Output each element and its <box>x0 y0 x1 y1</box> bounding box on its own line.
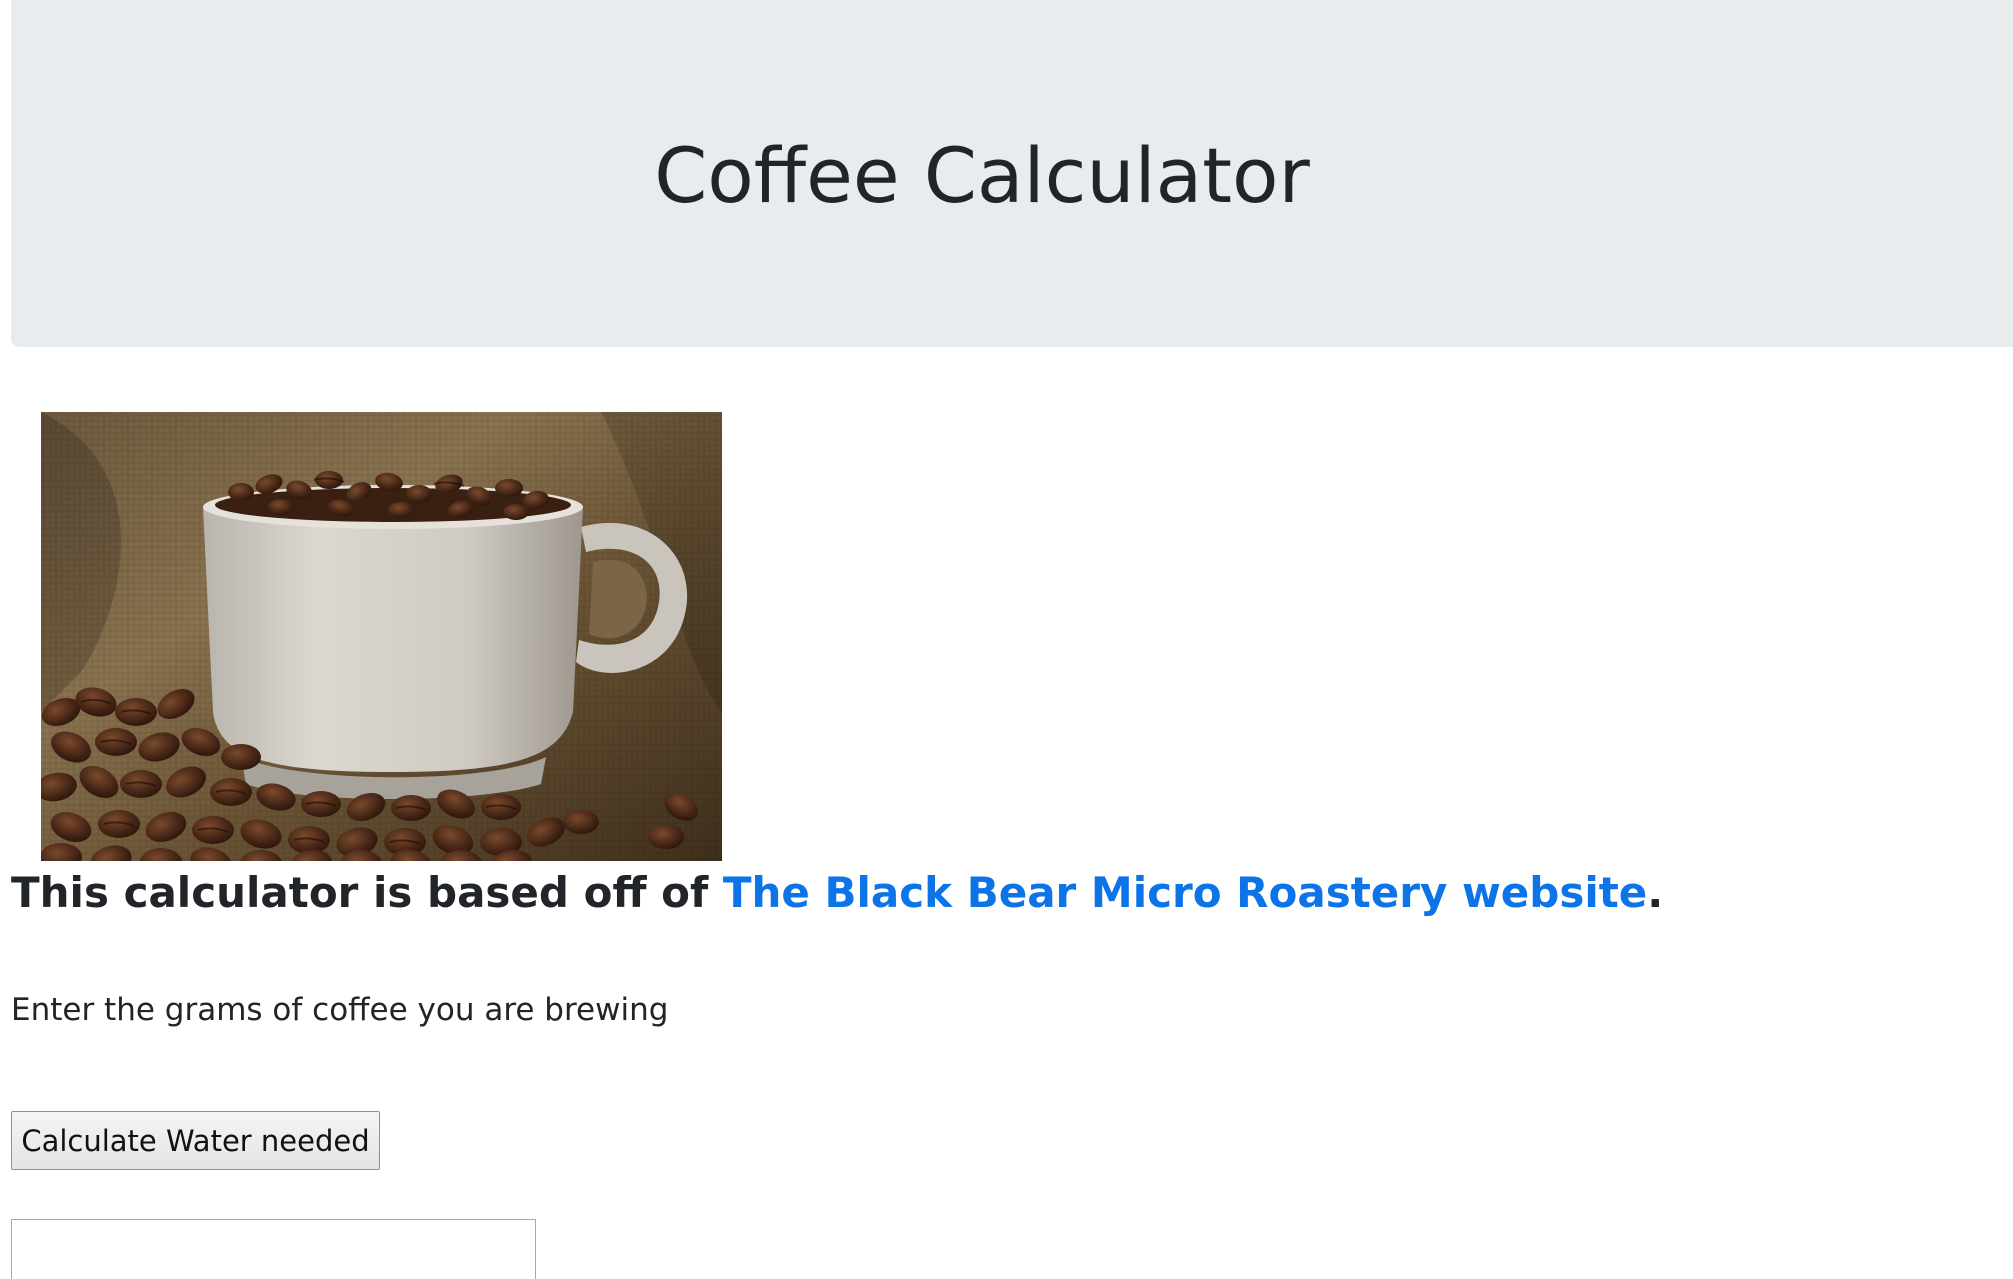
page-title: Coffee Calculator <box>654 131 1310 220</box>
coffee-cup-image <box>41 412 722 861</box>
intro-prefix: This calculator is based off of <box>11 868 723 917</box>
grams-input[interactable] <box>11 1219 536 1279</box>
grams-prompt: Enter the grams of coffee you are brewin… <box>11 992 669 1028</box>
intro-text: This calculator is based off of The Blac… <box>11 862 1663 924</box>
calculate-water-button[interactable]: Calculate Water needed <box>11 1111 380 1170</box>
black-bear-roastery-link[interactable]: The Black Bear Micro Roastery website <box>723 868 1647 917</box>
intro-suffix: . <box>1647 868 1664 917</box>
header-jumbotron: Coffee Calculator <box>11 0 2013 347</box>
